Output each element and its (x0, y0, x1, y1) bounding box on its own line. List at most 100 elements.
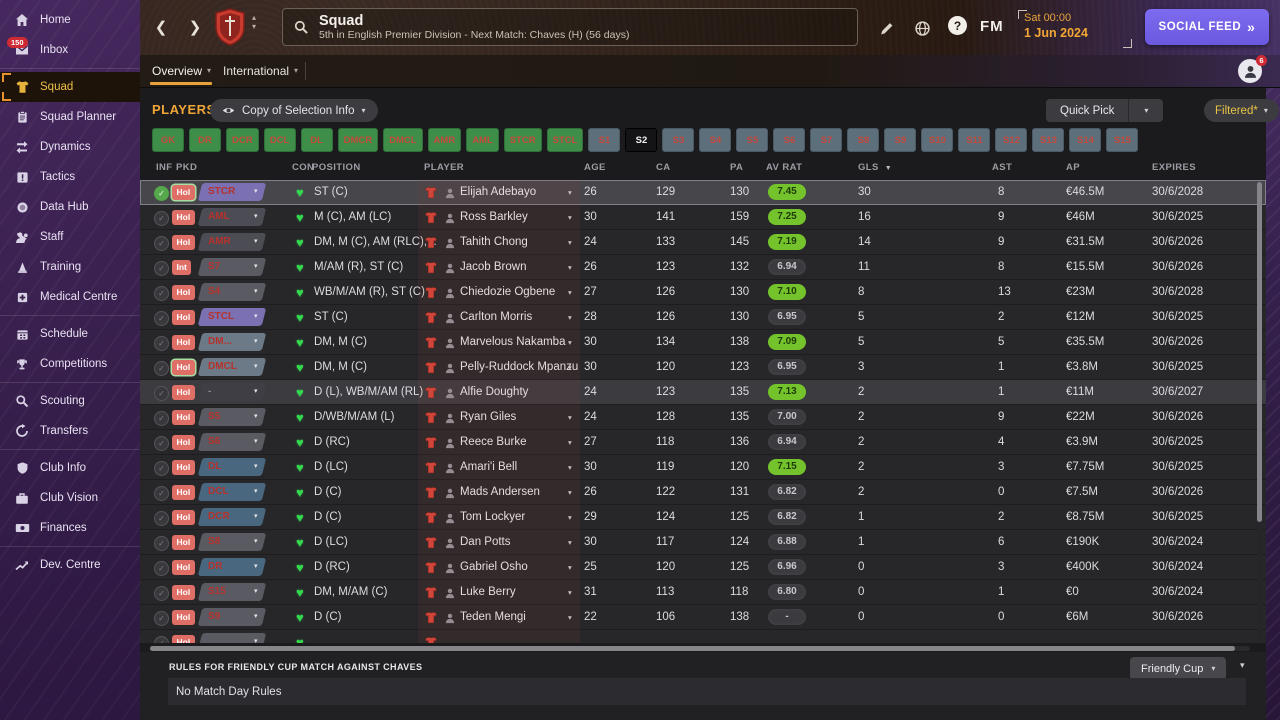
sidebar-item-home[interactable]: Home (0, 5, 140, 35)
game-date[interactable]: Sat 00:00 1 Jun 2024 (1018, 10, 1132, 48)
player-name[interactable]: Chiedozie Ogbene (460, 280, 555, 305)
sidebar-item-squad[interactable]: Squad (0, 72, 140, 102)
player-actions-chevron[interactable]: ▾ (568, 330, 572, 355)
filter-sub-s6[interactable]: S6 (773, 128, 806, 152)
selection-dropdown[interactable]: S5 ▾ (197, 408, 267, 426)
player-actions-chevron[interactable]: ▾ (568, 280, 572, 305)
player-actions-chevron[interactable]: ▾ (568, 180, 572, 205)
player-name[interactable]: Pelly-Ruddock Mpanzu (460, 355, 578, 380)
filter-sub-s11[interactable]: S11 (958, 128, 991, 152)
column-header-player[interactable]: PLAYER (424, 155, 464, 180)
chevron-down-icon[interactable]: ▾ (1129, 99, 1163, 122)
column-header-con[interactable]: CON (292, 155, 314, 180)
sidebar-item-dev-centre[interactable]: Dev. Centre (0, 550, 140, 580)
row-checkbox[interactable]: ✓ (154, 361, 169, 376)
table-row[interactable]: ✓ Hol DMCL ▾ ♥ DM, M (C) Pelly-Ruddock Mpanzu ▾… (140, 355, 1266, 380)
player-actions-chevron[interactable]: ▾ (568, 530, 572, 555)
filtered-button[interactable]: Filtered* ▾ (1204, 99, 1279, 122)
row-checkbox[interactable]: ✓ (154, 186, 169, 201)
row-checkbox[interactable]: ✓ (154, 511, 169, 526)
filter-sub-s7[interactable]: S7 (810, 128, 843, 152)
player-actions-chevron[interactable]: ▾ (568, 555, 572, 580)
player-name[interactable]: Dan Potts (460, 530, 511, 555)
player-name[interactable]: Luke Berry (460, 580, 516, 605)
player-name[interactable]: Carlton Morris (460, 305, 532, 330)
selection-dropdown[interactable]: AML ▾ (197, 208, 267, 226)
selection-dropdown[interactable]: S4 ▾ (197, 283, 267, 301)
row-checkbox[interactable]: ✓ (154, 286, 169, 301)
player-actions-chevron[interactable]: ▾ (568, 605, 572, 630)
player-name[interactable]: Marvelous Nakamba (460, 330, 565, 355)
table-row[interactable]: ✓ Hol STCR ▾ ♥ ST (C) Elijah Adebayo ▾ 26 129 130 7… (140, 180, 1266, 205)
sidebar-item-data-hub[interactable]: Data Hub (0, 192, 140, 222)
row-checkbox[interactable]: ✓ (154, 611, 169, 626)
player-name[interactable]: Amari'i Bell (460, 455, 517, 480)
table-row[interactable]: ✓ Hol DL ▾ ♥ D (LC) Amari'i Bell ▾ 30 119 120 7.15 2… (140, 455, 1266, 480)
selection-dropdown[interactable]: DM... ▾ (197, 333, 267, 351)
player-actions-chevron[interactable]: ▾ (568, 255, 572, 280)
player-name[interactable]: Ross Barkley (460, 205, 528, 230)
back-button[interactable]: ❮ (148, 14, 174, 40)
selection-dropdown[interactable]: STCR ▾ (197, 183, 267, 201)
club-crest-icon[interactable] (214, 8, 246, 46)
table-row[interactable]: ✓ Hol - ▾ ♥ D (L), WB/M/AM (RL) Alfie Doughty 2… (140, 380, 1266, 405)
row-checkbox[interactable]: ✓ (154, 461, 169, 476)
player-name[interactable]: Gabriel Osho (460, 555, 528, 580)
row-checkbox[interactable]: ✓ (154, 386, 169, 401)
table-row[interactable]: ✓ Hol DR ▾ ♥ D (RC) Gabriel Osho ▾ 25 120 125 6.96 0… (140, 555, 1266, 580)
filter-position-stcr[interactable]: STCR (503, 128, 542, 152)
row-checkbox[interactable]: ✓ (154, 536, 169, 551)
player-actions-chevron[interactable]: ▾ (568, 355, 572, 380)
sidebar-item-club-vision[interactable]: Club Vision (0, 483, 140, 513)
filter-sub-s2[interactable]: S2 (625, 128, 658, 152)
column-header-ast[interactable]: AST (992, 155, 1012, 180)
selection-dropdown[interactable]: S15 ▾ (197, 583, 267, 601)
filter-sub-s3[interactable]: S3 (662, 128, 695, 152)
player-name[interactable]: Teden Mengi (460, 605, 526, 630)
tab-international[interactable]: International ▾ (223, 55, 298, 86)
selection-info-dropdown[interactable]: Copy of Selection Info ▾ (210, 99, 378, 122)
column-header-av-rat[interactable]: AV RAT (766, 155, 802, 180)
filter-position-dr[interactable]: DR (189, 128, 221, 152)
player-actions-chevron[interactable]: ▾ (568, 455, 572, 480)
row-checkbox[interactable]: ✓ (154, 436, 169, 451)
filter-position-dcr[interactable]: DCR (226, 128, 259, 152)
sidebar-item-finances[interactable]: Finances (0, 513, 140, 543)
filter-position-gk[interactable]: GK (152, 128, 184, 152)
filter-sub-s9[interactable]: S9 (884, 128, 917, 152)
selection-dropdown[interactable]: DCL ▾ (197, 483, 267, 501)
sidebar-item-staff[interactable]: Staff (0, 222, 140, 252)
sidebar-item-inbox[interactable]: 150 Inbox (0, 35, 140, 65)
player-name[interactable]: Tahith Chong (460, 230, 528, 255)
sidebar-item-dynamics[interactable]: Dynamics (0, 132, 140, 162)
team-switcher-chevrons[interactable]: ▴ ▾ (252, 13, 256, 31)
column-header-inf[interactable]: INF (156, 155, 173, 180)
column-header-age[interactable]: AGE (584, 155, 606, 180)
selection-dropdown[interactable]: S9 ▾ (197, 608, 267, 626)
table-row[interactable]: ✓ Hol S4 ▾ ♥ WB/M/AM (R), ST (C) Chiedozie Ogb… (140, 280, 1266, 305)
filter-position-dmcr[interactable]: DMCR (337, 128, 379, 152)
row-checkbox[interactable]: ✓ (154, 261, 169, 276)
sidebar-item-tactics[interactable]: Tactics (0, 162, 140, 192)
player-actions-chevron[interactable]: ▾ (568, 505, 572, 530)
column-header-pa[interactable]: PA (730, 155, 743, 180)
table-row[interactable]: ✓ Hol STCL ▾ ♥ ST (C) Carlton Morris ▾ 28 126 130 6… (140, 305, 1266, 330)
table-row[interactable]: ✓ Hol DCR ▾ ♥ D (C) Tom Lockyer ▾ 29 124 125 6.82 1 2… (140, 505, 1266, 530)
filter-position-aml[interactable]: AML (466, 128, 499, 152)
vertical-scrollbar[interactable] (1257, 182, 1262, 522)
player-actions-chevron[interactable]: ▾ (568, 205, 572, 230)
horizontal-scrollbar[interactable] (150, 646, 1235, 651)
selection-dropdown[interactable]: DR ▾ (197, 558, 267, 576)
column-header-position[interactable]: POSITION (312, 155, 361, 180)
table-row[interactable]: ✓ Hol S9 ▾ ♥ D (C) Teden Mengi ▾ 22 106 138 - 0 0 €6M 3… (140, 605, 1266, 630)
table-row-partial[interactable]: ✓Hol▾ ♥ (140, 630, 1266, 643)
row-checkbox[interactable]: ✓ (154, 236, 169, 251)
player-actions-chevron[interactable]: ▾ (568, 305, 572, 330)
player-actions-chevron[interactable]: ▾ (568, 430, 572, 455)
sidebar-item-training[interactable]: Training (0, 252, 140, 282)
column-header-pkd[interactable]: PKD (176, 155, 197, 180)
filter-sub-s12[interactable]: S12 (995, 128, 1028, 152)
social-feed-button[interactable]: SOCIAL FEED » (1145, 9, 1269, 45)
table-row[interactable]: ✓ Int S7 ▾ ♥ M/AM (R), ST (C) Jacob Brown ▾ 26 12… (140, 255, 1266, 280)
selection-dropdown[interactable]: ▾ (197, 633, 267, 643)
